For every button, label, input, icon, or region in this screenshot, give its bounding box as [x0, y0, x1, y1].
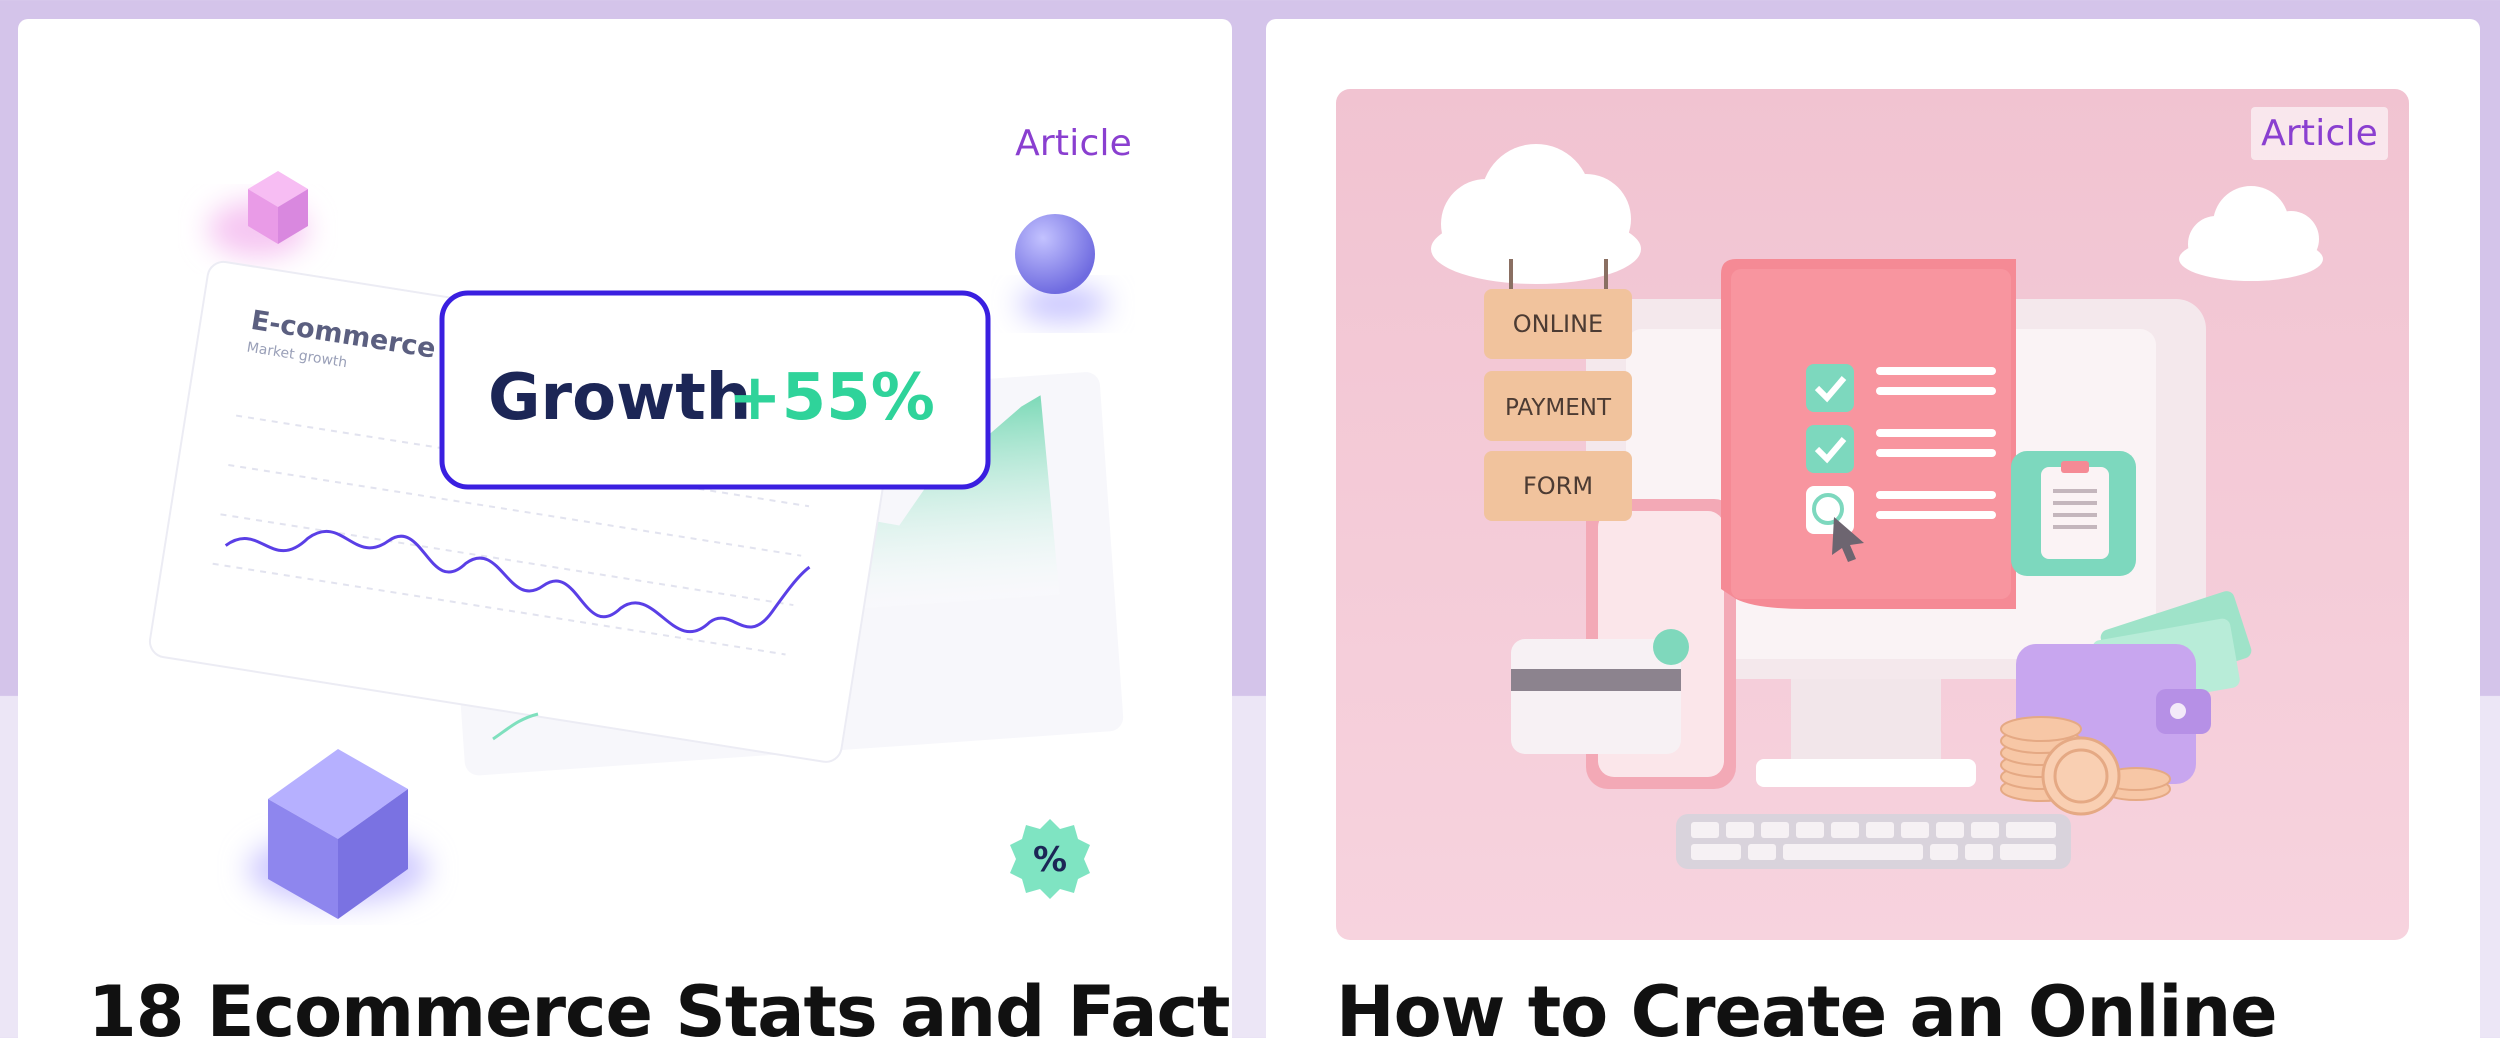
article-image-ecommerce-stats[interactable]: E-commerce Market Market growth Growth +… — [88, 89, 1161, 940]
growth-label: Growth — [488, 361, 751, 435]
sign-form: FORM — [1523, 472, 1593, 500]
article-type-badge: Article — [1015, 123, 1132, 164]
sign-online: ONLINE — [1513, 310, 1603, 338]
article-title[interactable]: 18 Ecommerce Stats and Facts — [88, 971, 1232, 1038]
growth-value: +55% — [728, 361, 935, 435]
article-title[interactable]: How to Create an Online — [1336, 971, 2278, 1038]
article-card[interactable]: ONLINE PAYMENT FORM Article How to Creat… — [1266, 19, 2480, 1038]
sign-payment: PAYMENT — [1505, 395, 1612, 421]
percent-badge-symbol: % — [1033, 840, 1067, 880]
article-type-badge: Article — [2251, 107, 2388, 160]
article-image-online-payment-form[interactable]: ONLINE PAYMENT FORM — [1336, 89, 2409, 940]
article-card[interactable]: E-commerce Market Market growth Growth +… — [18, 19, 1232, 1038]
